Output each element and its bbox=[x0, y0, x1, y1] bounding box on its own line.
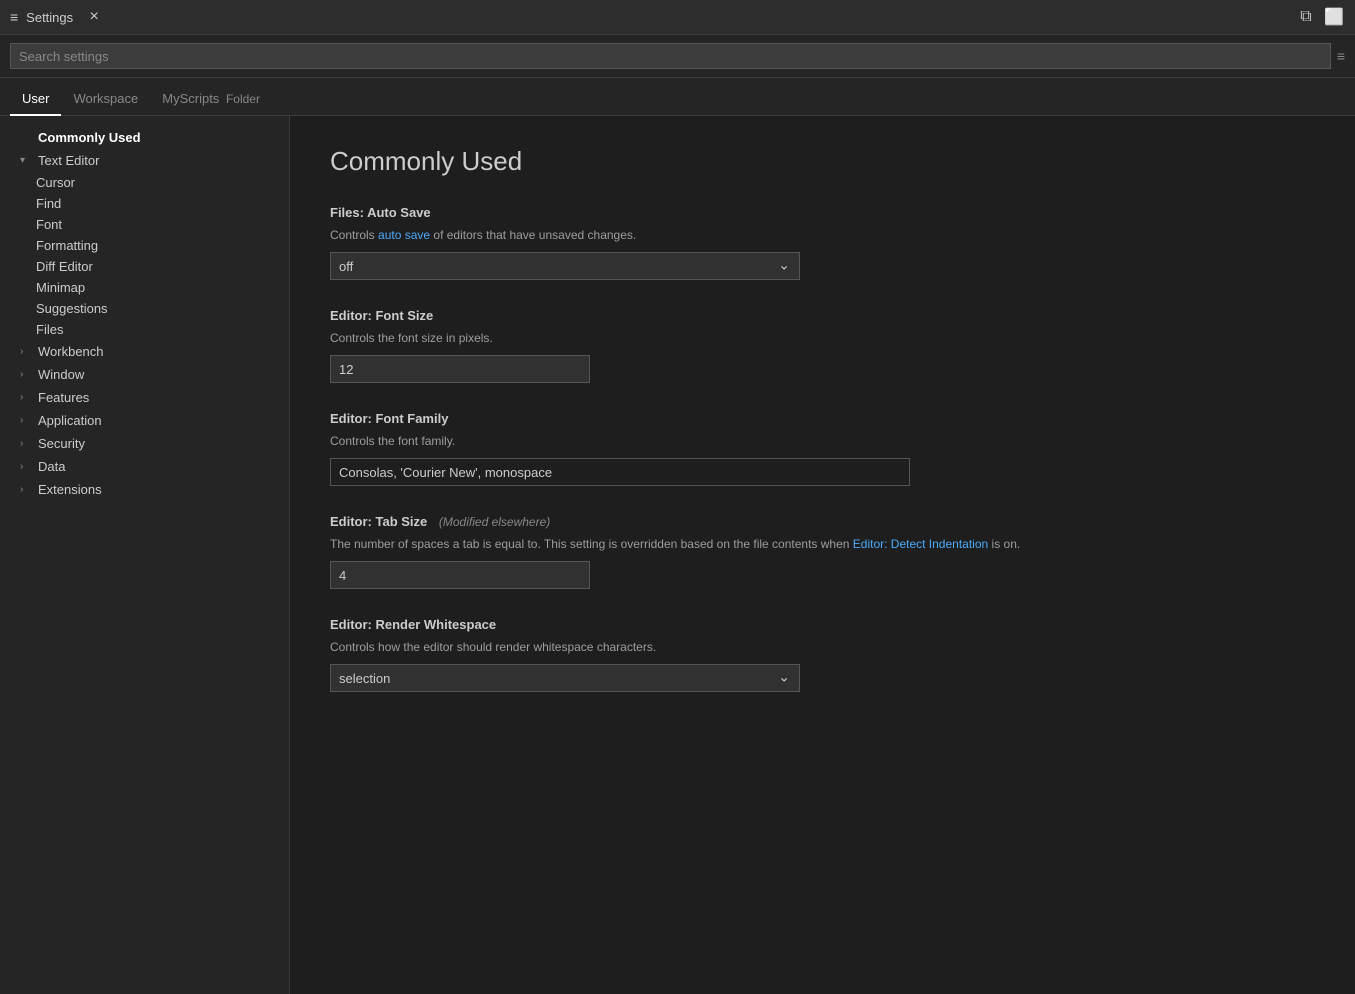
title-bar: ≡ Settings × ⧉ ⬜ bbox=[0, 0, 1355, 35]
render-whitespace-select[interactable]: none boundary selection trailing all bbox=[330, 664, 800, 692]
setting-label-font-size: Editor: Font Size bbox=[330, 308, 1315, 323]
setting-label-render-whitespace: Editor: Render Whitespace bbox=[330, 617, 1315, 632]
setting-label-tab-size: Editor: Tab Size (Modified elsewhere) bbox=[330, 514, 1315, 529]
font-size-input[interactable] bbox=[330, 355, 590, 383]
split-editor-button[interactable]: ⧉ bbox=[1295, 6, 1317, 28]
sidebar-item-minimap[interactable]: Minimap bbox=[0, 277, 289, 298]
tab-size-input[interactable] bbox=[330, 561, 590, 589]
chevron-right-icon: › bbox=[20, 415, 32, 426]
title-bar-title: Settings bbox=[26, 10, 73, 25]
auto-save-link[interactable]: auto save bbox=[378, 228, 430, 242]
setting-label-files-auto-save: Files: Auto Save bbox=[330, 205, 1315, 220]
chevron-right-icon: › bbox=[20, 392, 32, 403]
setting-files-auto-save: Files: Auto Save Controls auto save of e… bbox=[330, 205, 1315, 280]
sidebar-item-application[interactable]: › Application bbox=[0, 409, 289, 432]
detect-indentation-link[interactable]: Editor: Detect Indentation bbox=[853, 537, 988, 551]
sidebar-item-font[interactable]: Font bbox=[0, 214, 289, 235]
sidebar-item-cursor[interactable]: Cursor bbox=[0, 172, 289, 193]
setting-desc-render-whitespace: Controls how the editor should render wh… bbox=[330, 638, 1315, 656]
sidebar-item-diff-editor[interactable]: Diff Editor bbox=[0, 256, 289, 277]
tabs-bar: User Workspace MyScripts Folder bbox=[0, 78, 1355, 116]
chevron-right-icon: › bbox=[20, 369, 32, 380]
tab-user[interactable]: User bbox=[10, 83, 61, 116]
chevron-right-icon: › bbox=[20, 461, 32, 472]
close-tab-button[interactable]: × bbox=[85, 8, 103, 26]
setting-editor-font-size: Editor: Font Size Controls the font size… bbox=[330, 308, 1315, 383]
chevron-right-icon: › bbox=[20, 484, 32, 495]
auto-save-select[interactable]: off afterDelay onFocusChange onWindowCha… bbox=[330, 252, 800, 280]
sidebar: Commonly Used ▾ Text Editor Cursor Find … bbox=[0, 116, 290, 994]
tab-myscripts[interactable]: MyScripts Folder bbox=[150, 83, 272, 116]
render-whitespace-select-wrapper: none boundary selection trailing all bbox=[330, 664, 800, 692]
menu-icon[interactable]: ≡ bbox=[10, 9, 18, 25]
sidebar-item-commonly-used[interactable]: Commonly Used bbox=[0, 126, 289, 149]
sidebar-item-find[interactable]: Find bbox=[0, 193, 289, 214]
chevron-right-icon: › bbox=[20, 438, 32, 449]
sidebar-item-data[interactable]: › Data bbox=[0, 455, 289, 478]
setting-desc-font-size: Controls the font size in pixels. bbox=[330, 329, 1315, 347]
setting-label-font-family: Editor: Font Family bbox=[330, 411, 1315, 426]
setting-editor-font-family: Editor: Font Family Controls the font fa… bbox=[330, 411, 1315, 486]
sidebar-item-files[interactable]: Files bbox=[0, 319, 289, 340]
title-bar-actions: ⧉ ⬜ bbox=[1295, 6, 1345, 28]
auto-save-select-wrapper: off afterDelay onFocusChange onWindowCha… bbox=[330, 252, 800, 280]
modified-tag: (Modified elsewhere) bbox=[439, 515, 550, 529]
setting-editor-tab-size: Editor: Tab Size (Modified elsewhere) Th… bbox=[330, 514, 1315, 589]
setting-editor-render-whitespace: Editor: Render Whitespace Controls how t… bbox=[330, 617, 1315, 692]
setting-desc-files-auto-save: Controls auto save of editors that have … bbox=[330, 226, 1315, 244]
sidebar-item-extensions[interactable]: › Extensions bbox=[0, 478, 289, 501]
main-layout: Commonly Used ▾ Text Editor Cursor Find … bbox=[0, 116, 1355, 994]
font-family-input[interactable] bbox=[330, 458, 910, 486]
sidebar-item-features[interactable]: › Features bbox=[0, 386, 289, 409]
section-title: Commonly Used bbox=[330, 146, 1315, 177]
tab-folder-label: Folder bbox=[226, 92, 260, 106]
sidebar-item-workbench[interactable]: › Workbench bbox=[0, 340, 289, 363]
tab-workspace[interactable]: Workspace bbox=[61, 83, 150, 116]
sidebar-item-formatting[interactable]: Formatting bbox=[0, 235, 289, 256]
sidebar-item-suggestions[interactable]: Suggestions bbox=[0, 298, 289, 319]
chevron-down-icon: ▾ bbox=[20, 155, 32, 166]
search-input[interactable] bbox=[10, 43, 1331, 69]
open-settings-button[interactable]: ⬜ bbox=[1323, 6, 1345, 28]
sidebar-item-window[interactable]: › Window bbox=[0, 363, 289, 386]
setting-desc-font-family: Controls the font family. bbox=[330, 432, 1315, 450]
chevron-right-icon: › bbox=[20, 346, 32, 357]
sidebar-item-security[interactable]: › Security bbox=[0, 432, 289, 455]
search-bar-container: ≡ bbox=[0, 35, 1355, 78]
content-area: Commonly Used Files: Auto Save Controls … bbox=[290, 116, 1355, 994]
setting-desc-tab-size: The number of spaces a tab is equal to. … bbox=[330, 535, 1315, 553]
search-list-icon: ≡ bbox=[1337, 48, 1345, 64]
sidebar-item-text-editor[interactable]: ▾ Text Editor bbox=[0, 149, 289, 172]
